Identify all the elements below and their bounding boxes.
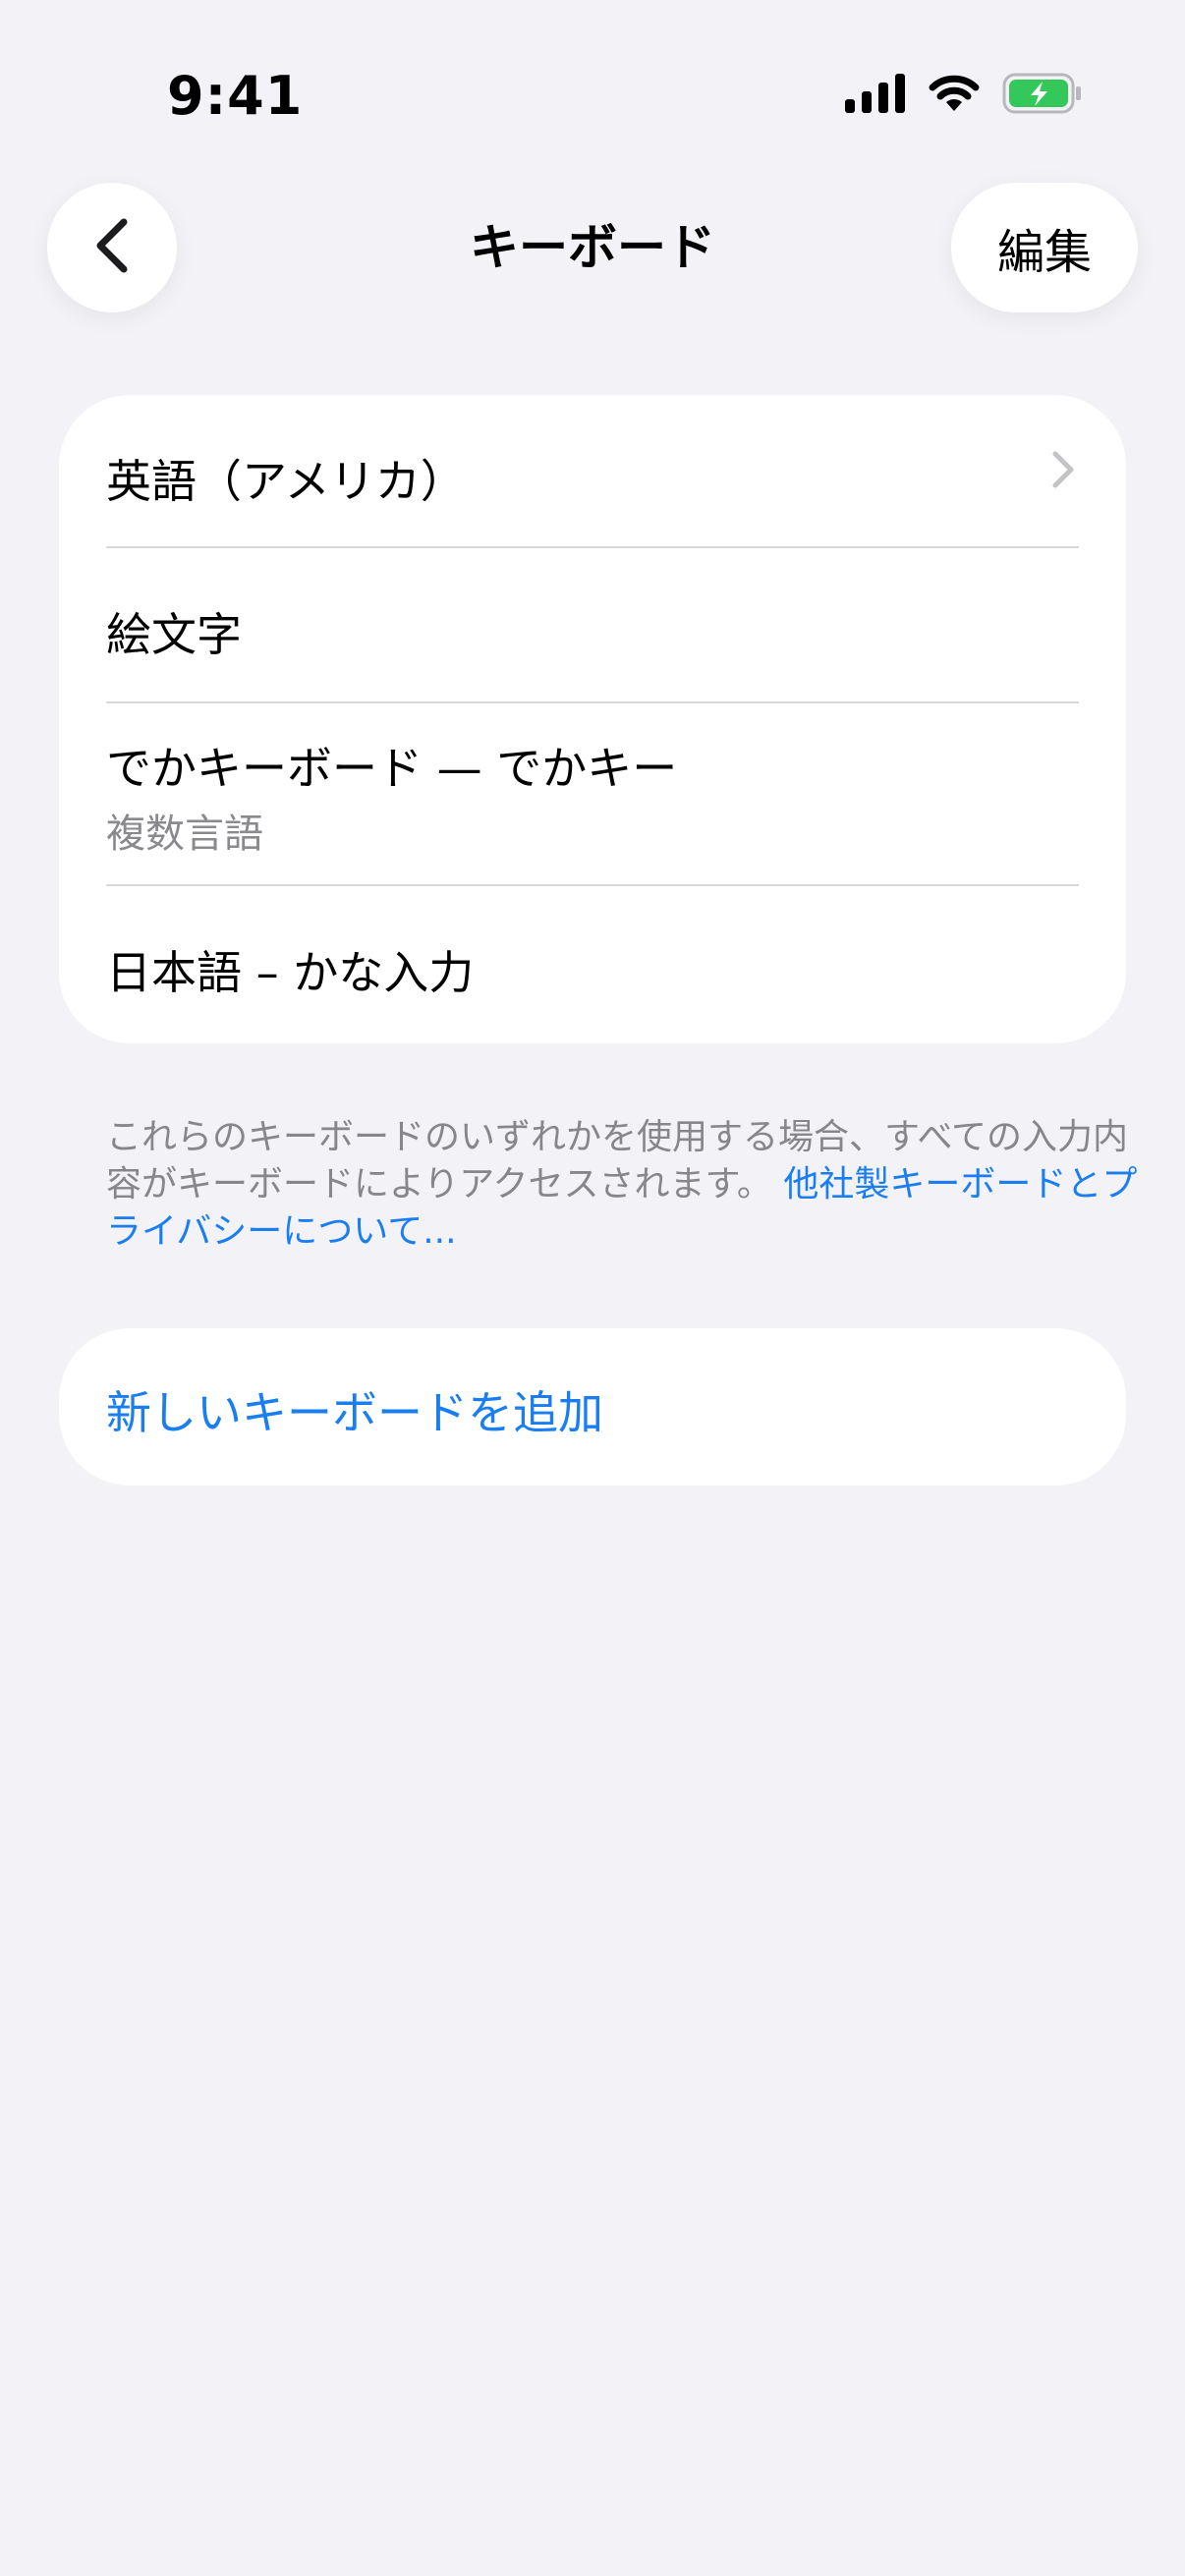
keyboard-row-english[interactable]: 英語（アメリカ）	[59, 395, 1126, 548]
keyboard-label: でかキーボード — でかキー	[106, 742, 678, 795]
keyboard-row-japanese-kana[interactable]: 日本語 – かな入力	[59, 886, 1126, 1043]
keyboard-label: 英語（アメリカ）	[106, 455, 466, 508]
edit-button[interactable]: 編集	[951, 183, 1138, 312]
battery-charging-icon	[1002, 73, 1083, 118]
keyboard-row-emoji[interactable]: 絵文字	[59, 548, 1126, 703]
cellular-signal-icon	[845, 74, 906, 117]
chevron-right-icon	[1051, 450, 1075, 493]
add-keyboard-label: 新しいキーボードを追加	[106, 1386, 603, 1439]
add-keyboard-button[interactable]: 新しいキーボードを追加	[59, 1328, 1126, 1485]
keyboard-list: 英語（アメリカ） 絵文字 でかキーボード — でかキー 複数言語 日本語 – か…	[59, 395, 1126, 1043]
status-time: 9:41	[167, 65, 304, 127]
keyboard-sublabel: 複数言語	[106, 812, 263, 857]
wifi-icon	[928, 74, 981, 117]
status-icons	[845, 73, 1083, 118]
keyboard-label: 絵文字	[106, 608, 242, 661]
status-bar: 9:41	[0, 0, 1185, 187]
privacy-note: これらのキーボードのいずれかを使用する場合、すべての入力内容がキーボードによりア…	[106, 1114, 1148, 1256]
keyboard-label: 日本語 – かな入力	[106, 946, 475, 999]
keyboard-row-dekakey[interactable]: でかキーボード — でかキー 複数言語	[59, 703, 1126, 886]
